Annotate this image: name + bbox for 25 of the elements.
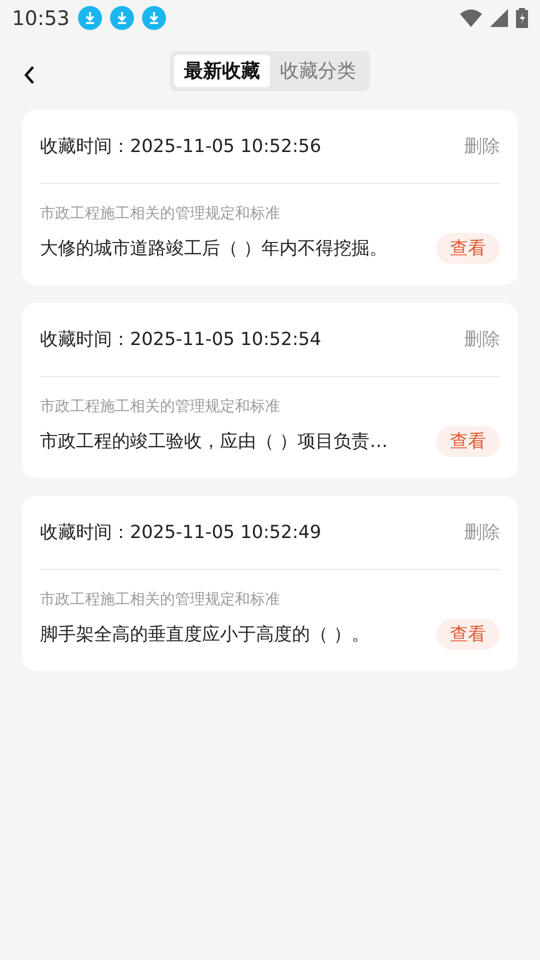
delete-button[interactable]: 删除 [464,326,500,353]
question-text: 脚手架全高的垂直度应小于高度的（ ）。 [40,622,370,646]
favorite-time: 收藏时间：2025-11-05 10:52:49 [40,521,322,545]
signal-icon [490,9,508,27]
question-category: 市政工程施工相关的管理规定和标准 [40,396,281,417]
tab[interactable]: 最新收藏 [174,54,270,88]
wifi-icon [460,9,482,27]
question-text: 市政工程的竣工验收，应由（ ）项目负责… [40,430,388,454]
question-category: 市政工程施工相关的管理规定和标准 [40,203,281,224]
download-icon [142,6,166,30]
question-category: 市政工程施工相关的管理规定和标准 [40,589,281,610]
back-icon [22,64,36,86]
battery-icon [516,8,528,28]
view-button[interactable]: 查看 [436,618,500,650]
download-icon [78,6,102,30]
status-time: 10:53 [12,5,70,32]
view-button[interactable]: 查看 [436,232,500,264]
delete-button[interactable]: 删除 [464,519,500,546]
question-text: 大修的城市道路竣工后（ ）年内不得挖掘。 [40,236,388,260]
download-icon [110,6,134,30]
delete-button[interactable]: 删除 [464,133,500,160]
tab[interactable]: 收藏分类 [270,54,366,88]
view-button[interactable]: 查看 [436,426,500,456]
favorite-time: 收藏时间：2025-11-05 10:52:54 [40,328,322,352]
favorite-time: 收藏时间：2025-11-05 10:52:56 [40,135,322,159]
